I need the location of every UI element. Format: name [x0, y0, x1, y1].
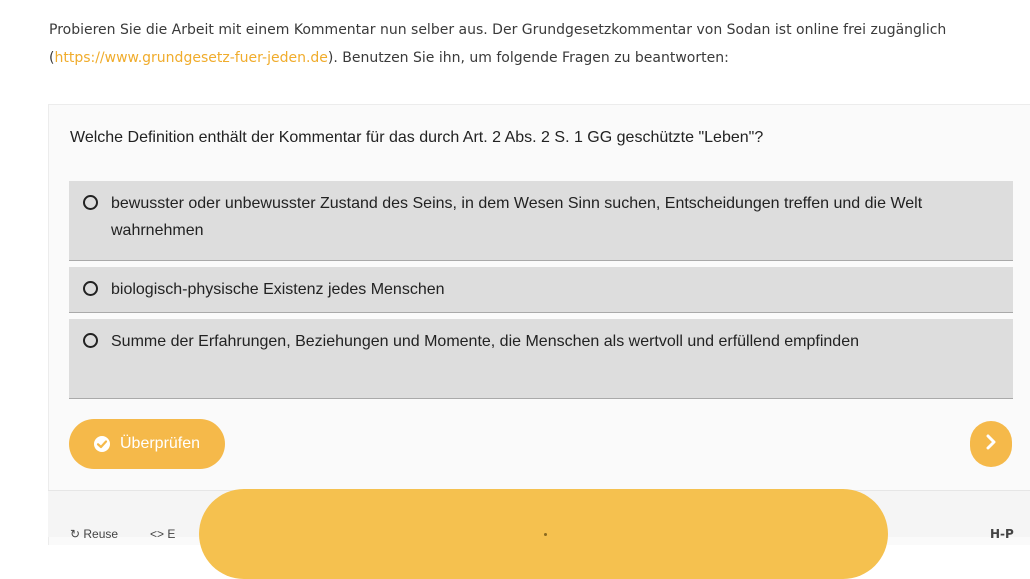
intro-text-end: ). Benutzen Sie ihn, um folgende Fragen …: [327, 50, 729, 66]
quiz-container: Welche Definition enthält der Kommentar …: [48, 104, 1030, 545]
h5p-logo: H-P: [990, 527, 1014, 541]
answer-option-label: biologisch-physische Existenz jedes Mens…: [111, 281, 445, 298]
intro-link[interactable]: https://www.grundgesetz-fuer-jeden.de: [54, 50, 327, 66]
check-button[interactable]: Überprüfen: [69, 419, 226, 469]
intro-paragraph: Probieren Sie die Arbeit mit einem Komme…: [49, 16, 1024, 72]
answer-option-label: bewusster oder unbewusster Zustand des S…: [111, 195, 923, 239]
radio-icon[interactable]: [83, 333, 98, 348]
answer-option-3[interactable]: Summe der Erfahrungen, Beziehungen und M…: [69, 319, 1013, 399]
answer-option-2[interactable]: biologisch-physische Existenz jedes Mens…: [69, 267, 1013, 313]
next-button[interactable]: [970, 421, 1012, 467]
answer-option-label: Summe der Erfahrungen, Beziehungen und M…: [111, 333, 859, 350]
embed-link[interactable]: <> E: [150, 527, 175, 541]
overlay-popup[interactable]: [199, 489, 888, 579]
question-text: Welche Definition enthält der Kommentar …: [70, 129, 764, 146]
chevron-right-icon: [984, 434, 998, 454]
radio-icon[interactable]: [83, 195, 98, 210]
reuse-link[interactable]: ↻ Reuse: [70, 527, 118, 541]
answer-option-1[interactable]: bewusster oder unbewusster Zustand des S…: [69, 181, 1013, 261]
check-circle-icon: [93, 435, 111, 453]
check-button-label: Überprüfen: [120, 435, 201, 452]
radio-icon[interactable]: [83, 281, 98, 296]
reuse-icon: ↻: [70, 527, 84, 541]
